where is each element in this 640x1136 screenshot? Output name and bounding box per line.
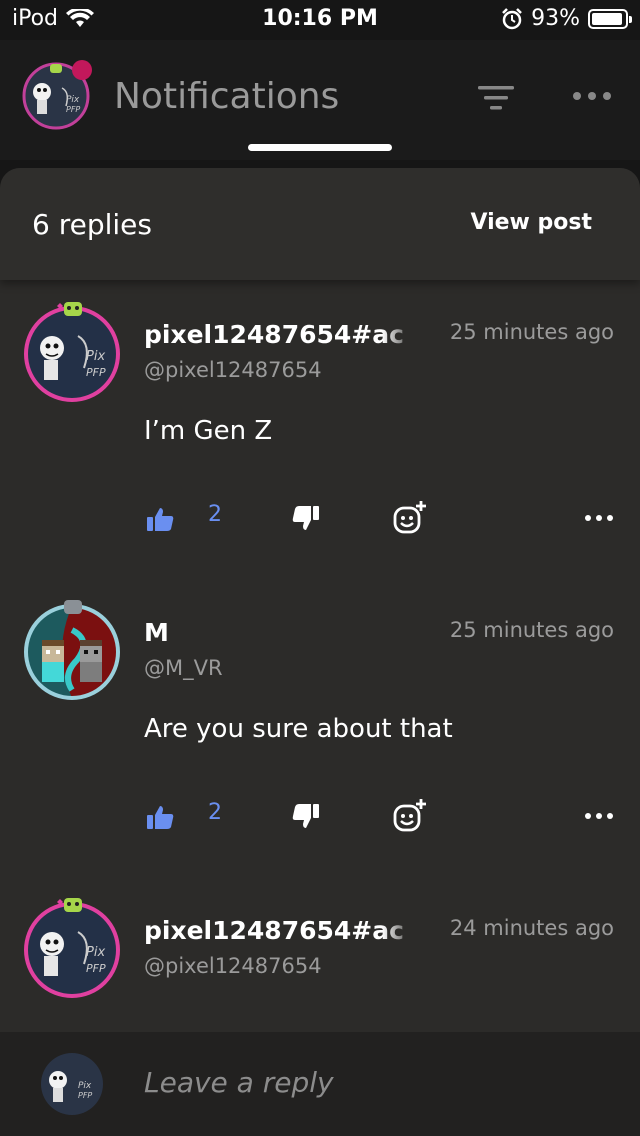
svg-text:Pix: Pix bbox=[78, 1081, 92, 1091]
comment-author-handle: @pixel12487654 bbox=[144, 954, 322, 978]
comment-text: Are you sure about that bbox=[144, 714, 453, 744]
comment-timestamp: 24 minutes ago bbox=[449, 916, 614, 940]
reply-bar: Pix PFP bbox=[0, 1032, 640, 1136]
thumbs-down-icon[interactable] bbox=[292, 504, 320, 532]
svg-text:PFP: PFP bbox=[66, 105, 80, 114]
name-fade bbox=[382, 912, 416, 952]
like-count: 2 bbox=[208, 502, 222, 527]
my-avatar: Pix PFP bbox=[41, 1053, 103, 1115]
add-reaction-icon[interactable] bbox=[392, 500, 428, 536]
view-post-button[interactable]: View post bbox=[470, 210, 592, 235]
svg-text:PFP: PFP bbox=[86, 366, 106, 379]
user-avatar[interactable] bbox=[22, 600, 122, 700]
comment-timestamp: 25 minutes ago bbox=[449, 618, 614, 642]
svg-text:PFP: PFP bbox=[86, 962, 106, 975]
notification-dot bbox=[72, 60, 92, 80]
svg-text:Pix: Pix bbox=[86, 349, 105, 364]
thumbs-down-icon[interactable] bbox=[292, 802, 320, 830]
svg-text:Pix: Pix bbox=[66, 95, 80, 105]
comment-author-name[interactable]: pixel12487654#ac bbox=[144, 916, 412, 945]
name-fade bbox=[382, 316, 416, 356]
svg-text:PFP: PFP bbox=[78, 1091, 92, 1100]
alarm-icon bbox=[502, 7, 522, 29]
comment-more-icon[interactable] bbox=[584, 512, 614, 524]
comment-text: I’m Gen Z bbox=[144, 416, 273, 446]
svg-text:Pix: Pix bbox=[86, 945, 105, 960]
filter-icon[interactable] bbox=[476, 84, 516, 112]
thumbs-up-icon[interactable] bbox=[146, 804, 174, 830]
comment-timestamp: 25 minutes ago bbox=[449, 320, 614, 344]
sheet-header: 6 replies View post bbox=[0, 168, 640, 280]
battery-icon bbox=[588, 8, 632, 29]
comment-author-name[interactable]: M bbox=[144, 618, 412, 647]
comment-author-handle: @pixel12487654 bbox=[144, 358, 322, 382]
battery-percent: 93% bbox=[531, 6, 580, 31]
comment-author-handle: @M_VR bbox=[144, 656, 223, 680]
comment-item: Pix PFP pixel12487654#ac 25 minutes ago … bbox=[0, 280, 640, 578]
status-right: 93% bbox=[501, 6, 632, 31]
replies-count: 6 replies bbox=[32, 208, 152, 241]
app-header: Pix PFP Notifications bbox=[0, 40, 640, 160]
comment-more-icon[interactable] bbox=[584, 810, 614, 822]
comment-author-name[interactable]: pixel12487654#ac bbox=[144, 320, 412, 349]
reply-input[interactable] bbox=[144, 1066, 584, 1099]
sheet-drag-handle[interactable] bbox=[248, 144, 392, 151]
battery-level bbox=[592, 12, 622, 25]
add-reaction-icon[interactable] bbox=[392, 798, 428, 834]
more-options-icon[interactable] bbox=[570, 84, 614, 108]
user-avatar[interactable]: Pix PFP bbox=[22, 898, 122, 998]
like-count: 2 bbox=[208, 800, 222, 825]
status-bar: iPod 10:16 PM 93% bbox=[0, 0, 640, 40]
user-avatar[interactable]: Pix PFP bbox=[22, 302, 122, 402]
page-title: Notifications bbox=[114, 76, 340, 117]
thumbs-up-icon[interactable] bbox=[146, 506, 174, 532]
comment-item: M 25 minutes ago @M_VR Are you sure abou… bbox=[0, 578, 640, 876]
replies-sheet: 6 replies View post Pix PFP pixel1248765… bbox=[0, 168, 640, 1136]
